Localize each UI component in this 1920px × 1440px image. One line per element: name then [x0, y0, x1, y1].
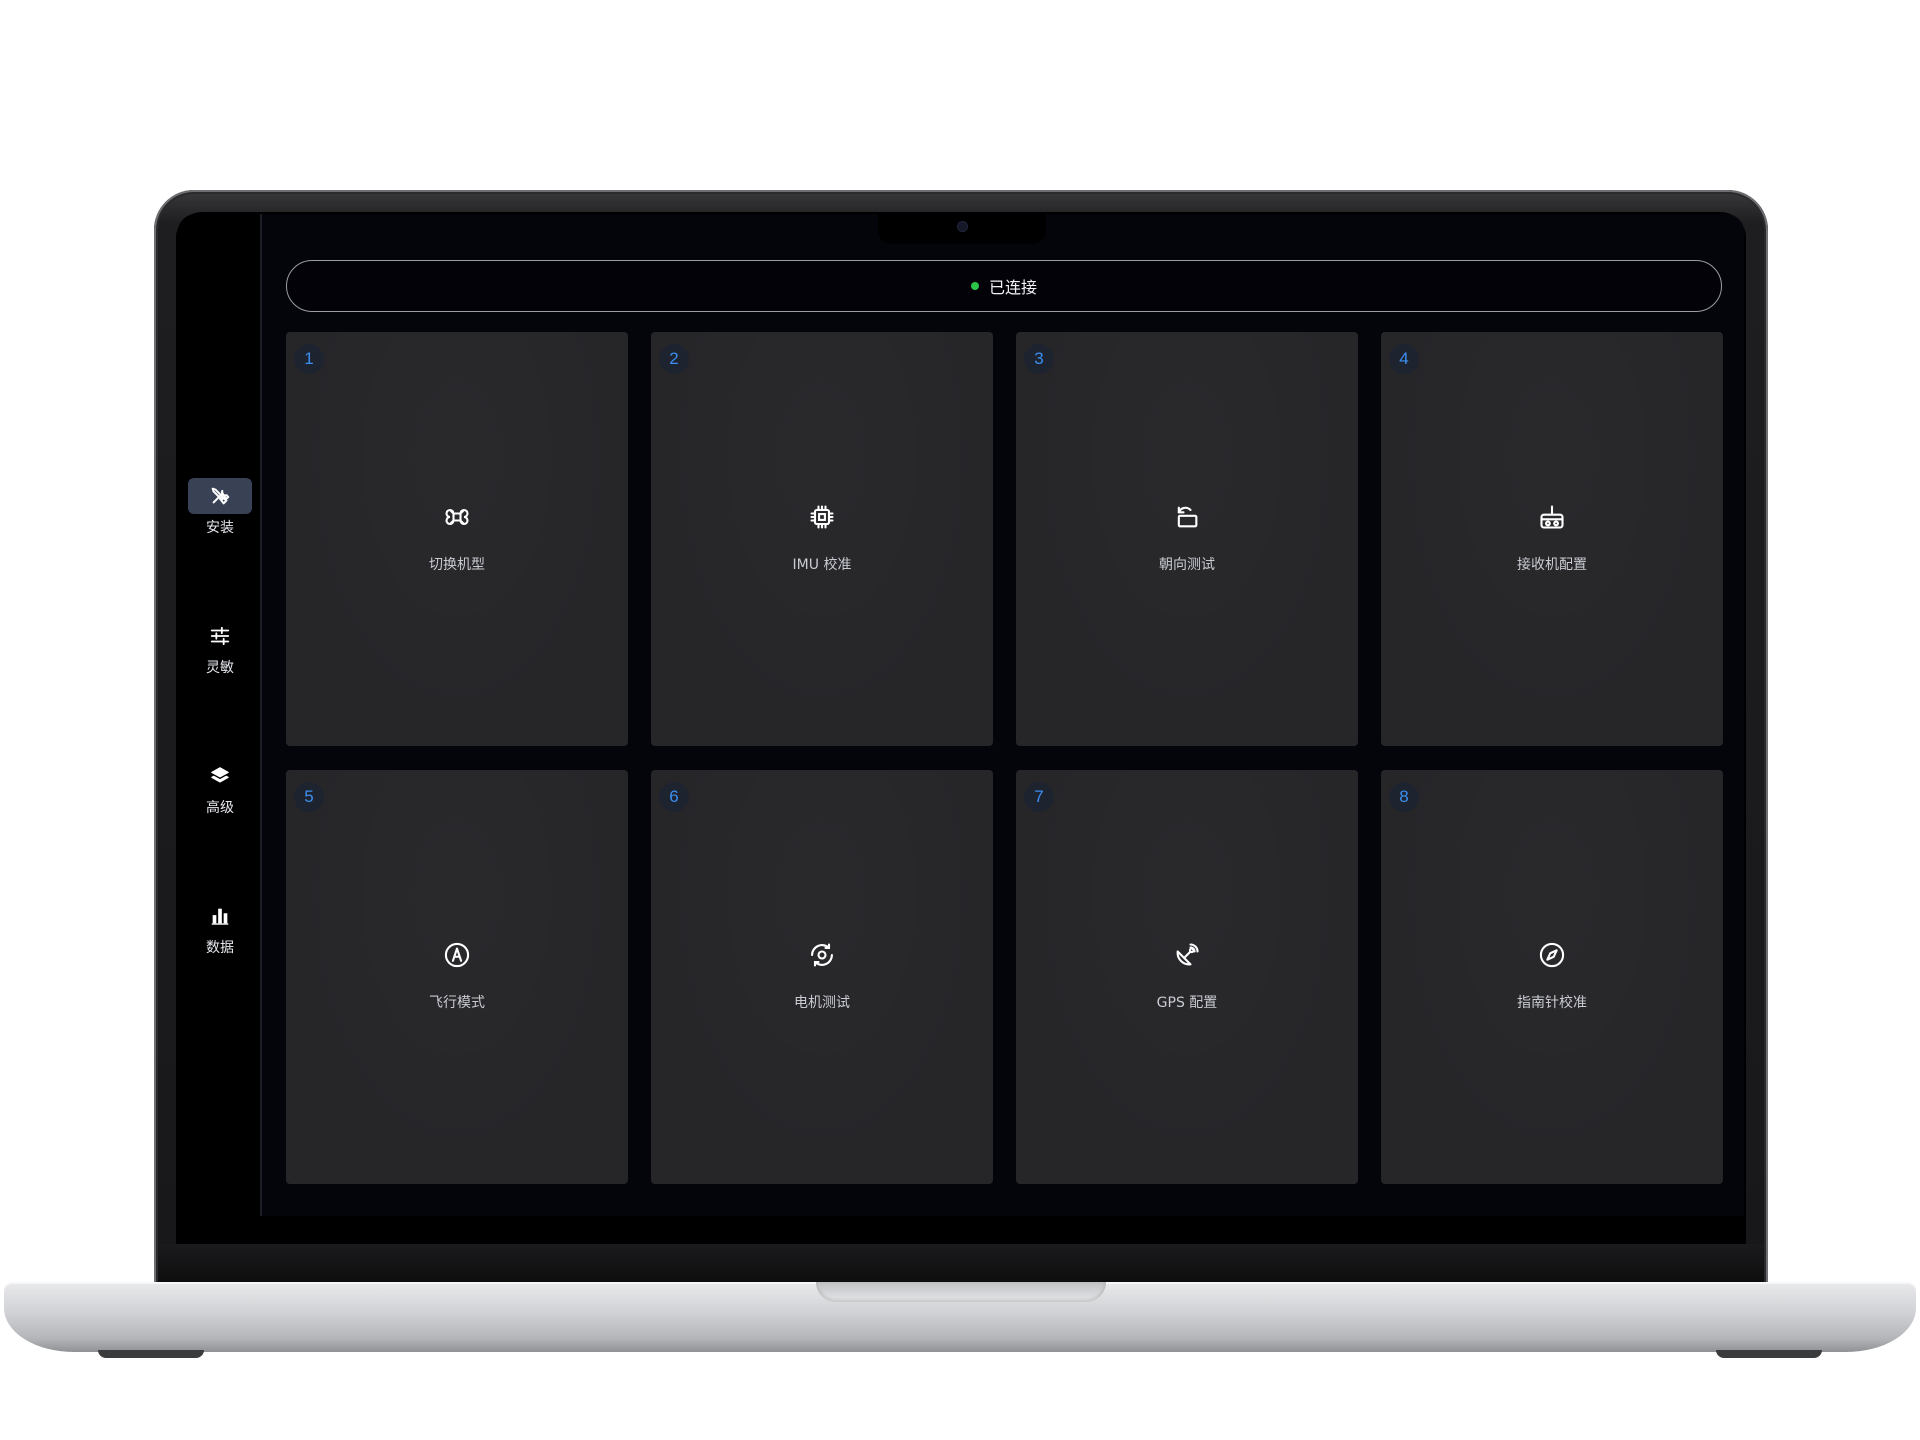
- sidebar-item-install[interactable]: 安装: [188, 478, 252, 548]
- sidebar-item-data[interactable]: 数据: [188, 898, 252, 968]
- laptop-foot-left: [98, 1350, 204, 1358]
- tile-number-badge: 1: [294, 344, 324, 374]
- chip-icon: [807, 502, 837, 532]
- flight-mode-icon: [442, 940, 472, 970]
- status-dot: [970, 282, 979, 290]
- laptop-screen: 安装 灵敏 高级 数据 已连接 1 切换机型 2 IMU 校准 3 朝向测试 4…: [178, 214, 1744, 1228]
- sidebar-item-label: 数据: [206, 940, 234, 956]
- tile-number-badge: 3: [1024, 344, 1054, 374]
- app-window: 安装 灵敏 高级 数据 已连接 1 切换机型 2 IMU 校准 3 朝向测试 4…: [178, 214, 1744, 1228]
- drone-icon: [442, 502, 472, 532]
- tile-number-badge: 7: [1024, 782, 1054, 812]
- tile-switch-model[interactable]: 1 切换机型: [286, 332, 628, 746]
- sidebar-item-label: 安装: [206, 520, 234, 536]
- tile-label: 指南针校准: [1517, 995, 1587, 1011]
- camera-icon: [958, 222, 967, 231]
- tile-label: IMU 校准: [792, 557, 852, 573]
- tile-label: 朝向测试: [1159, 557, 1215, 573]
- sidebar: 安装 灵敏 高级 数据: [178, 214, 262, 1228]
- motor-icon: [807, 940, 837, 970]
- tile-label: GPS 配置: [1156, 995, 1218, 1011]
- bar-chart-icon: [188, 898, 252, 934]
- tile-label: 飞行模式: [429, 995, 485, 1011]
- layers-icon: [188, 758, 252, 794]
- rotate-icon: [1172, 502, 1202, 532]
- compass-icon: [1537, 940, 1567, 970]
- tile-orientation-test[interactable]: 3 朝向测试: [1016, 332, 1358, 746]
- laptop-opening-lip: [816, 1282, 1106, 1302]
- tile-motor-test[interactable]: 6 电机测试: [651, 770, 993, 1184]
- connection-status-bar: 已连接: [286, 260, 1722, 312]
- tile-imu-calibration[interactable]: 2 IMU 校准: [651, 332, 993, 746]
- tile-number-badge: 5: [294, 782, 324, 812]
- tile-flight-mode[interactable]: 5 飞行模式: [286, 770, 628, 1184]
- sidebar-item-label: 高级: [206, 800, 234, 816]
- tile-label: 接收机配置: [1517, 557, 1587, 573]
- tile-label: 切换机型: [429, 557, 485, 573]
- tile-receiver-config[interactable]: 4 接收机配置: [1381, 332, 1723, 746]
- tile-number-badge: 4: [1389, 344, 1419, 374]
- sidebar-item-sensitivity[interactable]: 灵敏: [188, 618, 252, 688]
- sliders-icon: [188, 618, 252, 654]
- tile-compass-calibration[interactable]: 8 指南针校准: [1381, 770, 1723, 1184]
- tile-label: 电机测试: [794, 995, 850, 1011]
- tile-number-badge: 8: [1389, 782, 1419, 812]
- tile-gps-config[interactable]: 7 GPS 配置: [1016, 770, 1358, 1184]
- satellite-dish-icon: [1172, 940, 1202, 970]
- tile-number-badge: 6: [659, 782, 689, 812]
- screen-bottom-edge: [178, 1216, 1744, 1228]
- sidebar-item-advanced[interactable]: 高级: [188, 758, 252, 828]
- laptop-hinge: [158, 1244, 1764, 1284]
- setup-tiles-grid: 1 切换机型 2 IMU 校准 3 朝向测试 4 接收机配置 5 飞行模式 6 …: [286, 332, 1723, 1184]
- main-content: 已连接 1 切换机型 2 IMU 校准 3 朝向测试 4 接收机配置 5 飞行模…: [264, 214, 1744, 1228]
- tile-number-badge: 2: [659, 344, 689, 374]
- sidebar-item-label: 灵敏: [206, 660, 234, 676]
- laptop-foot-right: [1716, 1350, 1822, 1358]
- camera-notch: [878, 214, 1046, 244]
- radio-receiver-icon: [1537, 502, 1567, 532]
- tools-icon: [188, 478, 252, 514]
- connection-status-text: 已连接: [988, 278, 1037, 297]
